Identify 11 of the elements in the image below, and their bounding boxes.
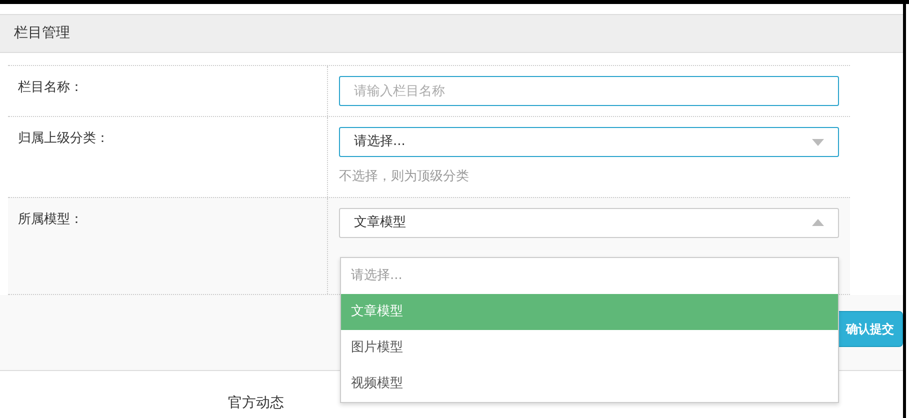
field-label: 所属模型： [8, 198, 328, 294]
text-input[interactable]: 请输入栏目名称 [339, 76, 839, 106]
dropdown-option[interactable]: 视频模型 [341, 366, 838, 402]
caret-up-icon [812, 219, 824, 226]
footer-link[interactable]: 官方动态 [228, 394, 284, 410]
help-text: 不选择，则为顶级分类 [339, 168, 470, 186]
field-label: 栏目名称： [8, 66, 328, 116]
select-field[interactable]: 文章模型 [339, 208, 839, 238]
panel-title: 栏目管理 [14, 24, 70, 43]
select-field[interactable]: 请选择... [339, 127, 839, 157]
caret-down-icon [812, 138, 824, 146]
